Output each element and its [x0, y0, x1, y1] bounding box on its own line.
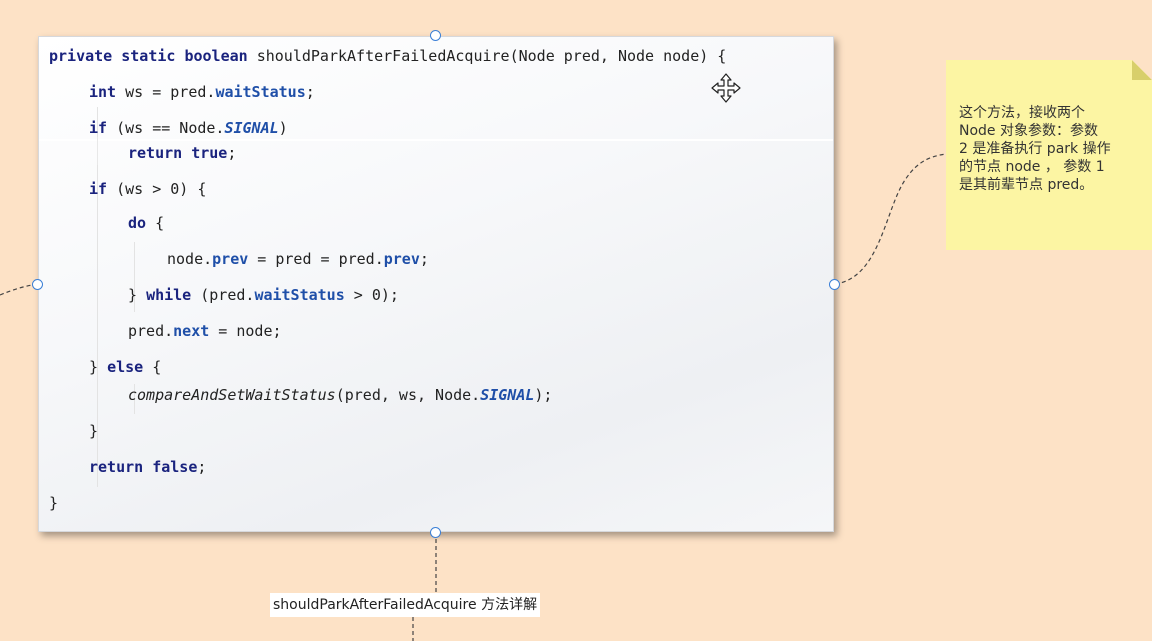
code-line-11: compareAndSetWaitStatus(pred, ws, Node.S…	[128, 386, 553, 404]
selection-handle-top[interactable]	[430, 30, 441, 41]
code-line-10: } else {	[89, 358, 162, 376]
code-line-4: return true;	[128, 144, 237, 162]
diagram-caption[interactable]: shouldParkAfterFailedAcquire 方法详解	[270, 593, 541, 617]
move-cursor-icon	[711, 73, 741, 103]
code-line-14: }	[49, 494, 59, 512]
code-line-3: if (ws == Node.SIGNAL)	[89, 119, 288, 137]
selection-handle-left[interactable]	[32, 279, 43, 290]
code-line-1: private static boolean shouldParkAfterFa…	[49, 47, 727, 65]
code-line-12: }	[89, 422, 99, 440]
code-line-9: pred.next = node;	[128, 322, 282, 340]
code-line-8: } while (pred.waitStatus > 0);	[128, 286, 399, 304]
connector-right-to-note	[834, 153, 947, 285]
code-line-5: if (ws > 0) {	[89, 180, 207, 198]
code-image-card[interactable]: private static boolean shouldParkAfterFa…	[38, 36, 834, 532]
code-line-6: do {	[128, 214, 165, 232]
code-line-7: node.prev = pred = pred.prev;	[167, 250, 429, 268]
selection-handle-right[interactable]	[829, 279, 840, 290]
indent-guide	[97, 137, 98, 165]
selection-handle-bottom[interactable]	[430, 527, 441, 538]
sticky-note[interactable]: 这个方法，接收两个 Node 对象参数：参数 2 是准备执行 park 操作 的…	[946, 60, 1152, 250]
code-line-2: int ws = pred.waitStatus;	[89, 83, 315, 101]
code-line-13: return false;	[89, 458, 207, 476]
code-block: private static boolean shouldParkAfterFa…	[39, 37, 833, 531]
note-text: 这个方法，接收两个 Node 对象参数：参数 2 是准备执行 park 操作 的…	[959, 105, 1111, 193]
